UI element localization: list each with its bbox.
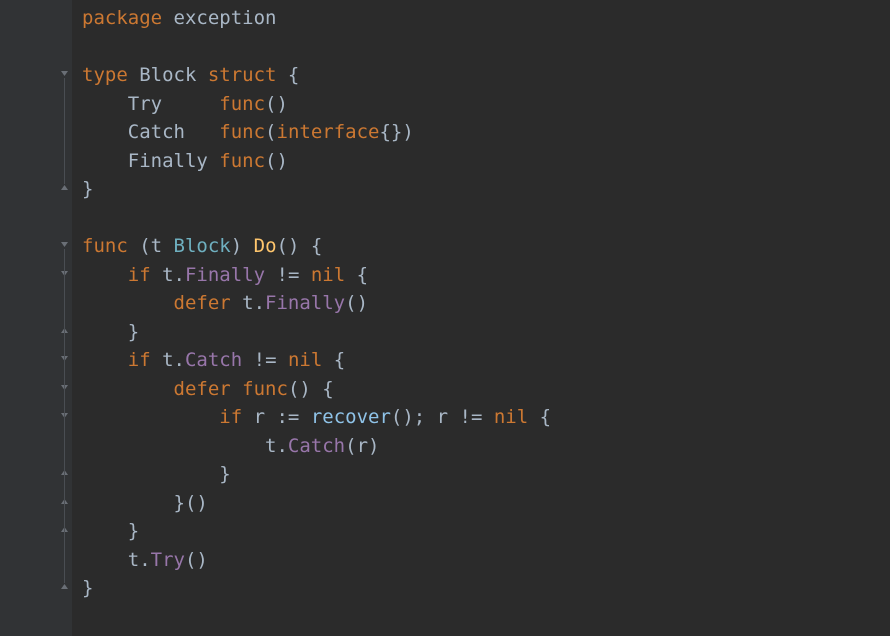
code-line[interactable]: func (t Block) Do() { xyxy=(82,232,890,261)
code-line[interactable]: } xyxy=(82,175,890,204)
fold-close-icon[interactable] xyxy=(59,582,70,593)
code-line[interactable]: defer func() { xyxy=(82,375,890,404)
fold-column xyxy=(58,0,72,636)
code-line[interactable]: } xyxy=(82,574,890,603)
fold-guide-line xyxy=(64,278,65,327)
code-line[interactable]: } xyxy=(82,460,890,489)
code-line[interactable]: package exception xyxy=(82,4,890,33)
code-line[interactable]: t.Try() xyxy=(82,546,890,575)
code-line[interactable]: Try func() xyxy=(82,90,890,119)
code-line[interactable]: }() xyxy=(82,489,890,518)
code-area[interactable]: package exception type Block struct { Try… xyxy=(72,0,890,636)
code-line[interactable]: } xyxy=(82,517,890,546)
code-line[interactable]: type Block struct { xyxy=(82,61,890,90)
code-line[interactable]: if r := recover(); r != nil { xyxy=(82,403,890,432)
code-line[interactable]: defer t.Finally() xyxy=(82,289,890,318)
code-line[interactable]: Finally func() xyxy=(82,147,890,176)
code-line[interactable] xyxy=(82,204,890,233)
code-line[interactable] xyxy=(82,33,890,62)
fold-guide-line xyxy=(64,420,65,469)
fold-guide-line xyxy=(64,78,65,184)
code-line[interactable]: if t.Catch != nil { xyxy=(82,346,890,375)
code-line[interactable]: if t.Finally != nil { xyxy=(82,261,890,290)
code-line[interactable]: } xyxy=(82,318,890,347)
code-editor[interactable]: package exception type Block struct { Try… xyxy=(0,0,890,636)
fold-close-icon[interactable] xyxy=(59,183,70,194)
editor-gutter xyxy=(0,0,72,636)
code-line[interactable]: Catch func(interface{}) xyxy=(82,118,890,147)
code-line[interactable]: t.Catch(r) xyxy=(82,432,890,461)
